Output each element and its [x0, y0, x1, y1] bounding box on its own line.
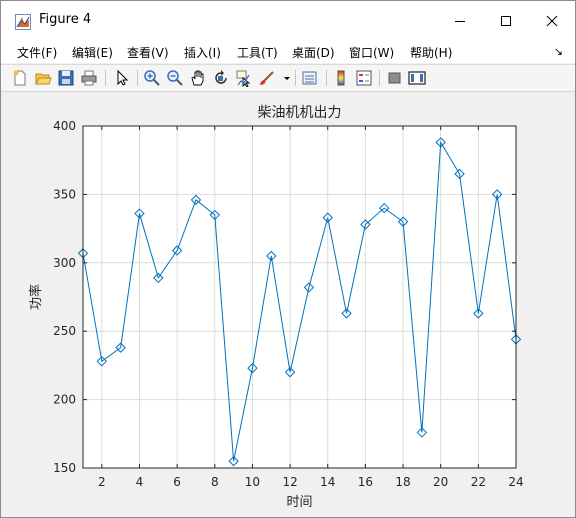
figure-canvas: 2 4 6 8 10 12 14 16 18 20 22 24 150 200 250 300 350 400 柴…: [9, 97, 567, 511]
y-tick-label: 350: [53, 187, 76, 201]
link-plot-icon[interactable]: [301, 69, 319, 87]
toolbar-separator: [326, 70, 327, 86]
menu-overflow-icon[interactable]: ↘: [554, 45, 563, 58]
show-plot-tools-icon[interactable]: [408, 69, 426, 87]
x-tick-label: 6: [173, 475, 181, 489]
close-icon: [546, 15, 558, 27]
legend-icon[interactable]: [355, 69, 373, 87]
window-title: Figure 4: [39, 12, 92, 27]
y-tick-label: 400: [53, 119, 76, 133]
line-chart: 2 4 6 8 10 12 14 16 18 20 22 24150200250300350400 柴…: [28, 105, 524, 510]
x-tick-label: 10: [245, 475, 260, 489]
y-tick-label: 300: [53, 256, 76, 270]
matlab-figure-icon: [15, 14, 31, 30]
x-tick-label: 4: [136, 475, 144, 489]
plot-area: [83, 126, 516, 468]
maximize-button[interactable]: [483, 1, 529, 41]
x-tick-label: 2: [98, 475, 106, 489]
figure-toolbar: [1, 64, 575, 92]
minimize-icon: [455, 21, 465, 22]
x-tick-label: 12: [282, 475, 297, 489]
minimize-button[interactable]: [437, 1, 483, 41]
brush-icon[interactable]: [258, 69, 276, 87]
toolbar-separator: [137, 70, 138, 86]
menu-file[interactable]: 文件(F): [17, 44, 57, 61]
zoom-out-icon[interactable]: [166, 69, 184, 87]
toolbar-separator: [295, 70, 296, 86]
menu-bar: 文件(F) 编辑(E) 查看(V) 插入(I) 工具(T) 桌面(D) 窗口(W…: [1, 41, 575, 63]
pan-icon[interactable]: [189, 69, 207, 87]
x-tick-label: 16: [358, 475, 373, 489]
x-axis-label: 时间: [286, 495, 312, 510]
save-icon[interactable]: [57, 69, 75, 87]
title-bar: Figure 4: [1, 1, 575, 41]
y-tick-label: 200: [53, 393, 76, 407]
zoom-in-icon[interactable]: [143, 69, 161, 87]
maximize-icon: [501, 16, 511, 26]
menu-edit[interactable]: 编辑(E): [72, 44, 113, 61]
print-icon[interactable]: [80, 69, 98, 87]
pointer-icon[interactable]: [113, 69, 131, 87]
toolbar-separator: [379, 70, 380, 86]
chart-title: 柴油机机出力: [258, 105, 342, 121]
menu-desktop[interactable]: 桌面(D): [292, 44, 335, 61]
open-file-icon[interactable]: [34, 69, 52, 87]
x-tick-label: 20: [433, 475, 448, 489]
toolbar-separator: [105, 70, 106, 86]
rotate-3d-icon[interactable]: [212, 69, 230, 87]
x-tick-label: 14: [320, 475, 335, 489]
x-tick-label: 24: [508, 475, 523, 489]
menu-insert[interactable]: 插入(I): [184, 44, 221, 61]
x-tick-label: 22: [471, 475, 486, 489]
new-figure-icon[interactable]: [11, 69, 29, 87]
y-axis-label: 功率: [28, 284, 44, 310]
y-tick-label: 150: [53, 461, 76, 475]
menu-view[interactable]: 查看(V): [127, 44, 169, 61]
figure-window: Figure 4 文件(F) 编辑(E) 查看(V) 插入(I) 工具(T) 桌…: [0, 0, 576, 518]
data-cursor-icon[interactable]: [235, 69, 253, 87]
menu-tools[interactable]: 工具(T): [237, 44, 278, 61]
hide-plot-tools-icon[interactable]: [386, 69, 404, 87]
x-tick-label: 8: [211, 475, 219, 489]
colorbar-icon[interactable]: [332, 69, 350, 87]
y-tick-label: 250: [53, 324, 76, 338]
menu-help[interactable]: 帮助(H): [410, 44, 452, 61]
x-tick-label: 18: [395, 475, 410, 489]
menu-window[interactable]: 窗口(W): [349, 44, 394, 61]
close-button[interactable]: [529, 1, 575, 41]
